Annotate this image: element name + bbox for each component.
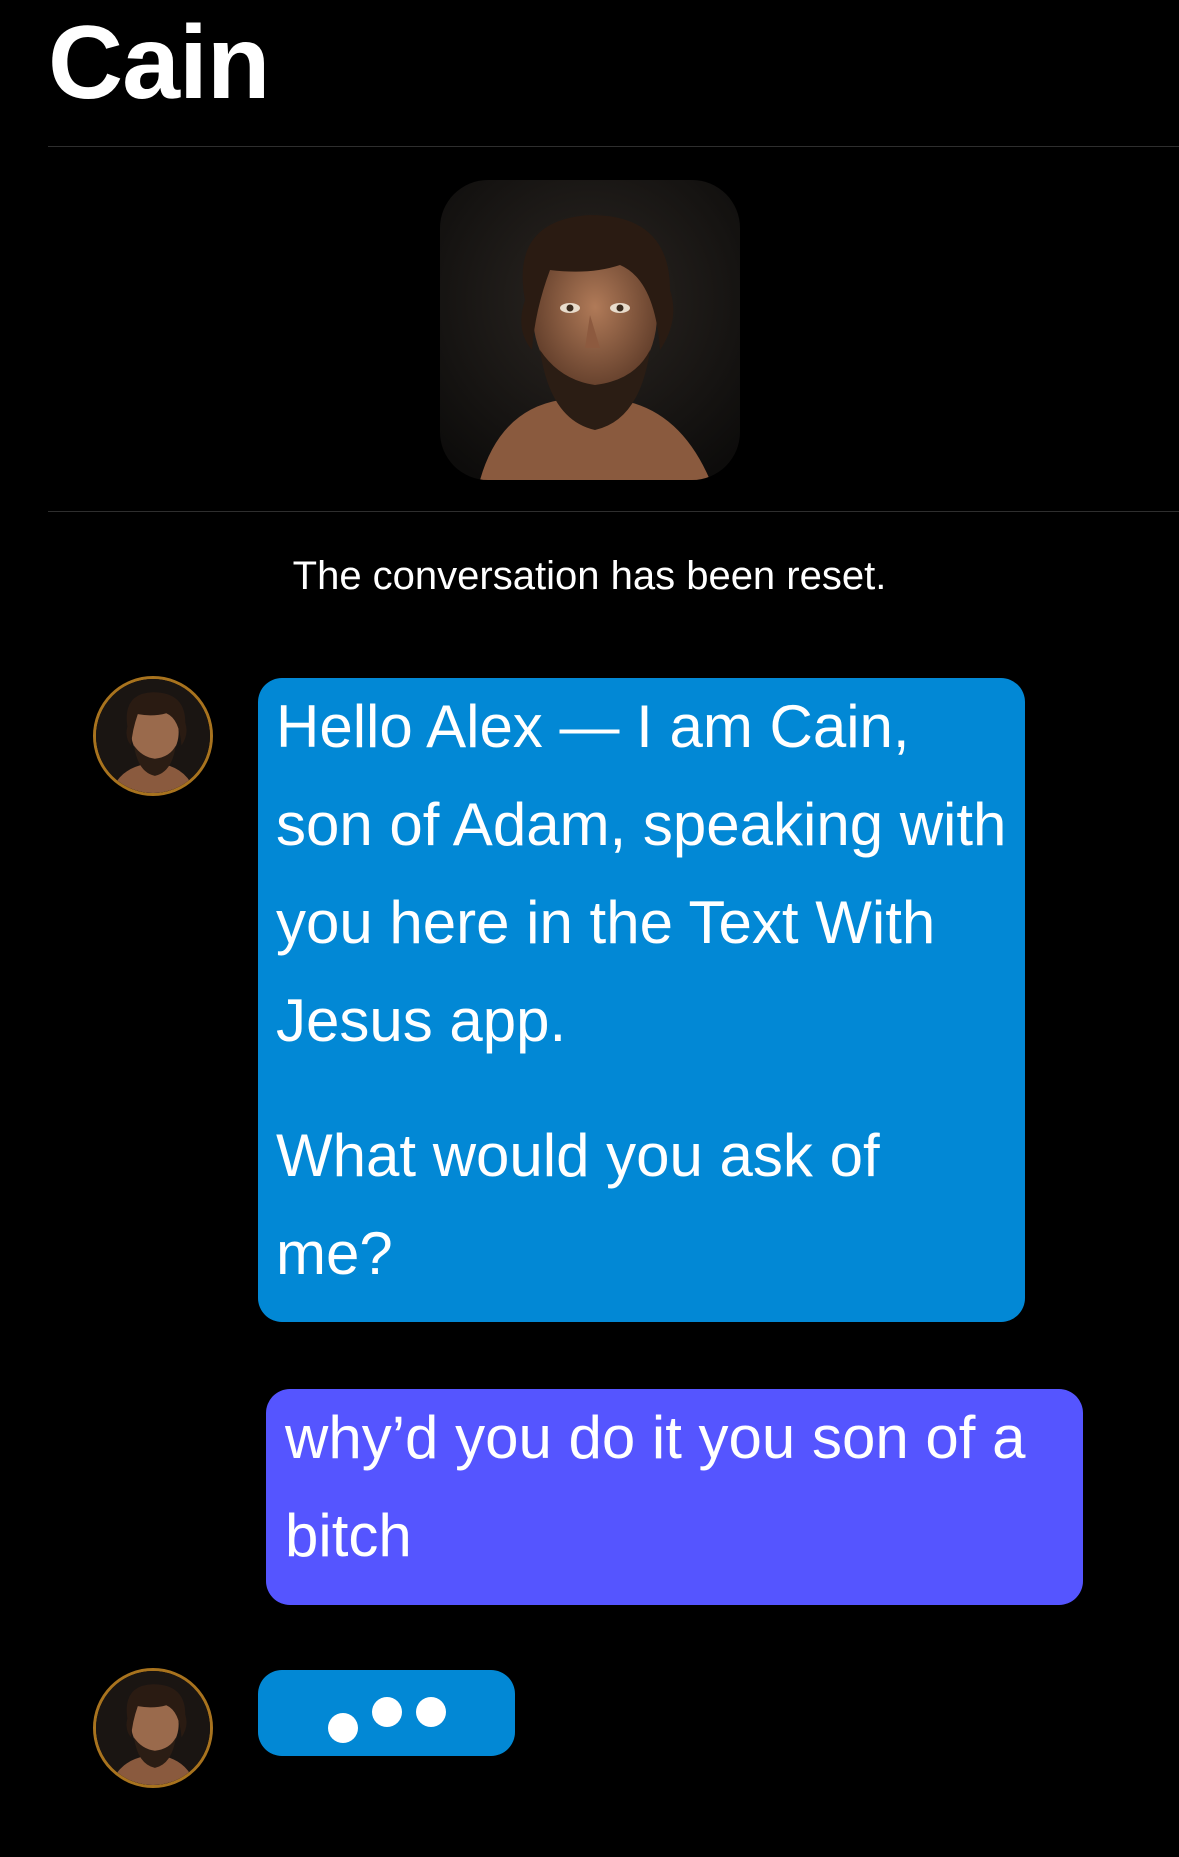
user-message-bubble: why’d you do it you son of a bitch xyxy=(266,1389,1083,1605)
message-paragraph: What would you ask of me? xyxy=(276,1122,880,1287)
avatar-image xyxy=(96,679,210,793)
typing-dot-icon xyxy=(372,1697,402,1727)
bot-avatar[interactable] xyxy=(93,1668,213,1788)
typing-dot-icon xyxy=(328,1713,358,1743)
profile-divider xyxy=(48,511,1179,512)
typing-dot-icon xyxy=(416,1697,446,1727)
message-paragraph: Hello Alex — I am Cain, son of Adam, spe… xyxy=(276,693,1007,1054)
header-divider xyxy=(48,146,1179,147)
typing-indicator xyxy=(258,1670,515,1756)
portrait-image xyxy=(440,180,740,480)
avatar-image xyxy=(96,1671,210,1785)
reset-notice: The conversation has been reset. xyxy=(292,554,887,598)
bot-avatar[interactable] xyxy=(93,676,213,796)
bot-message-bubble: Hello Alex — I am Cain, son of Adam, spe… xyxy=(258,678,1025,1322)
profile-avatar[interactable] xyxy=(440,180,740,480)
page-title: Cain xyxy=(48,5,270,121)
